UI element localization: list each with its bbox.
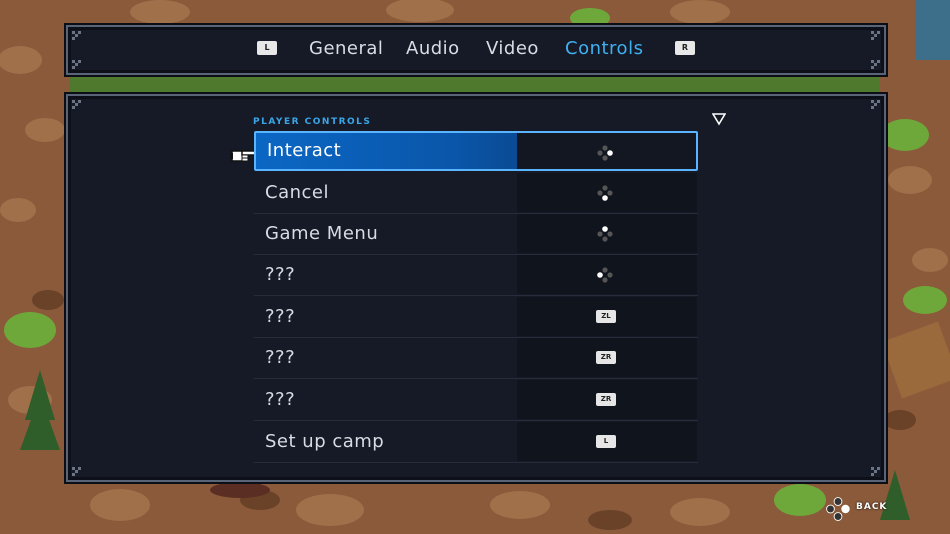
- binding-slot[interactable]: L: [517, 422, 697, 461]
- binding-slot[interactable]: [517, 173, 697, 212]
- control-label: Set up camp: [265, 431, 385, 452]
- control-row-game-menu[interactable]: Game Menu: [254, 214, 698, 255]
- control-row-cancel[interactable]: Cancel: [254, 173, 698, 214]
- scroll-down-icon[interactable]: [712, 112, 726, 126]
- control-row-unknown-2[interactable]: ??? ZL: [254, 297, 698, 338]
- control-row-unknown-4[interactable]: ??? ZR: [254, 380, 698, 421]
- control-label: ???: [265, 306, 296, 327]
- zr-button-icon: ZR: [596, 351, 616, 364]
- binding-slot[interactable]: [517, 214, 697, 253]
- control-row-unknown-3[interactable]: ??? ZR: [254, 338, 698, 379]
- control-row-interact[interactable]: Interact: [254, 131, 698, 171]
- control-label: Interact: [267, 140, 342, 161]
- right-shoulder-button-icon[interactable]: R: [675, 41, 695, 55]
- controls-panel: PLAYER CONTROLS Interact Cancel Game Men…: [66, 94, 886, 482]
- panel-corner-ornament: [871, 100, 880, 109]
- binding-slot[interactable]: ZR: [517, 338, 697, 377]
- left-shoulder-button-icon[interactable]: L: [257, 41, 277, 55]
- binding-slot[interactable]: [517, 133, 696, 169]
- binding-slot[interactable]: ZL: [517, 297, 697, 336]
- tab-bar: L General Audio Video Controls R: [66, 25, 886, 75]
- binding-slot[interactable]: ZR: [517, 380, 697, 419]
- binding-slot[interactable]: [517, 255, 697, 294]
- tab-general[interactable]: General: [309, 38, 383, 59]
- dpad-right-icon: [597, 145, 613, 161]
- control-label: Cancel: [265, 182, 329, 203]
- control-label: ???: [265, 347, 296, 368]
- control-label: ???: [265, 389, 296, 410]
- dpad-right-icon: [826, 497, 850, 521]
- control-label: Game Menu: [265, 223, 379, 244]
- dpad-down-icon: [597, 185, 613, 201]
- section-title: PLAYER CONTROLS: [253, 117, 372, 127]
- panel-corner-ornament: [871, 467, 880, 476]
- panel-corner-ornament: [72, 467, 81, 476]
- dpad-up-icon: [597, 226, 613, 242]
- control-row-unknown-1[interactable]: ???: [254, 255, 698, 296]
- back-label: BACK: [856, 502, 888, 512]
- l-button-icon: L: [596, 435, 616, 448]
- zl-button-icon: ZL: [596, 310, 616, 323]
- control-row-set-up-camp[interactable]: Set up camp L: [254, 422, 698, 463]
- control-label: ???: [265, 264, 296, 285]
- dpad-left-icon: [597, 267, 613, 283]
- panel-corner-ornament: [72, 100, 81, 109]
- zr-button-icon: ZR: [596, 393, 616, 406]
- tab-video[interactable]: Video: [486, 38, 539, 59]
- tab-audio[interactable]: Audio: [406, 38, 460, 59]
- tab-controls[interactable]: Controls: [565, 38, 643, 59]
